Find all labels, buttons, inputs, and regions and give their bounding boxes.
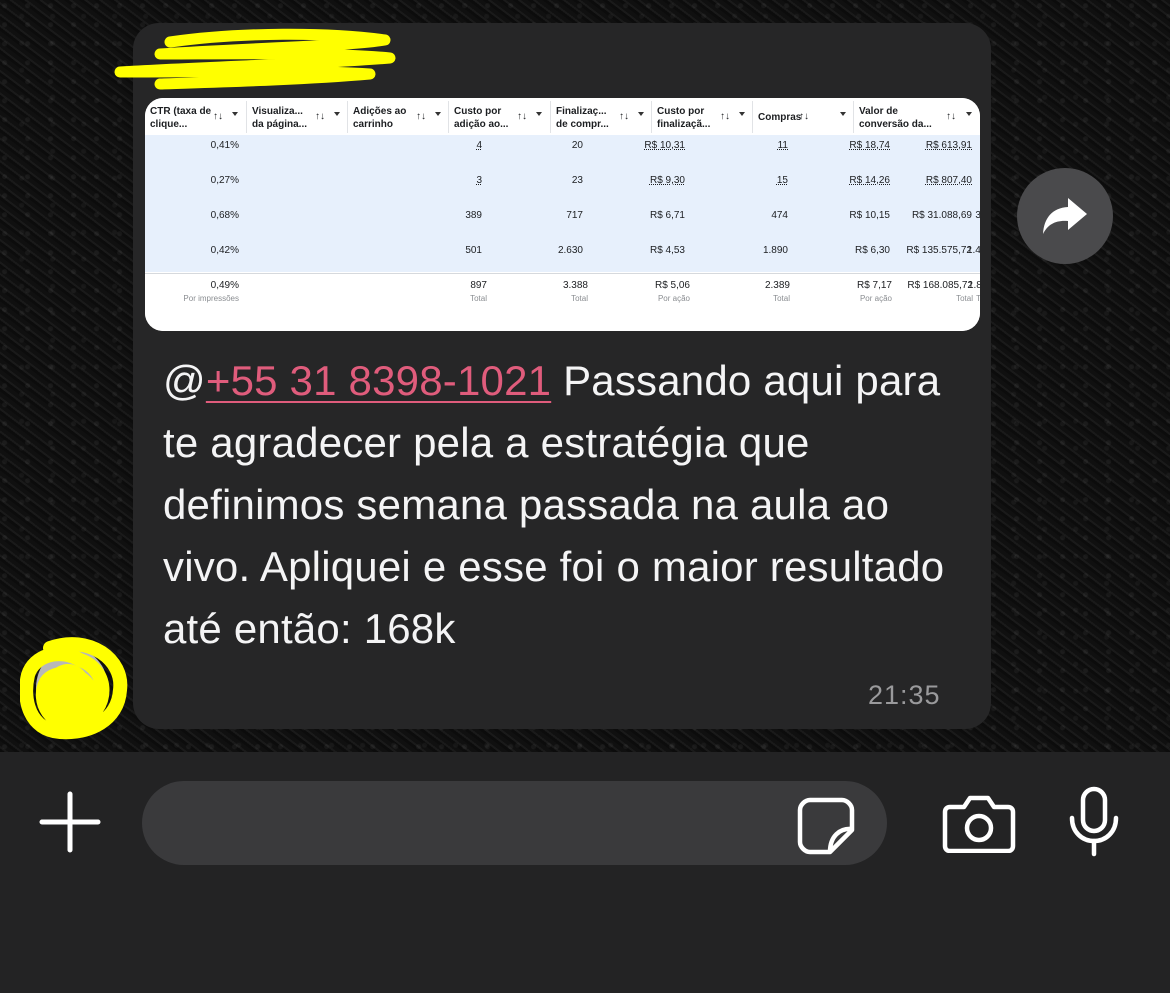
sender-avatar[interactable] xyxy=(20,630,132,740)
message-text: @+55 31 8398-1021 Passando aqui para te … xyxy=(163,357,945,652)
sender-name-redaction xyxy=(114,28,396,90)
table-row: 0,27% 3 23 R$ 9,30 15 R$ 14,26 10 R$ 807… xyxy=(210,175,972,186)
total-cell: R$ 7,17 Por ação xyxy=(856,280,892,303)
sort-icon: ↑↓ xyxy=(517,111,527,122)
column-header-cost-per-checkout: Custo por finalizaçã... ↑↓ xyxy=(652,101,753,133)
dropdown-icon xyxy=(840,112,846,116)
column-header-cost-per-add-to-cart: Custo por adição ao... ↑↓ xyxy=(449,101,551,133)
sort-icon: ↑↓ xyxy=(315,111,325,122)
total-cell: 3.388 Total xyxy=(562,280,588,303)
ads-results-table-screenshot: CTR (taxa de clique... ↑↓ Visualiza... d… xyxy=(145,98,980,331)
sort-icon: ↑↓ xyxy=(213,111,223,122)
total-cell: R$ 168.085,72 Total xyxy=(907,280,973,303)
table-totals-row: 0,49% Por impressões 897 Total 3.388 Total … xyxy=(145,273,980,331)
column-header-ctr: CTR (taxa de clique... ↑↓ xyxy=(145,101,247,133)
microphone-icon[interactable] xyxy=(1066,786,1122,858)
message-input[interactable] xyxy=(142,781,887,865)
message-timestamp: 21:35 xyxy=(868,680,941,710)
table-body: 0,41% 4 20 R$ 10,31 11 R$ 18,74 7 R$ 613… xyxy=(145,135,980,272)
table-row: 0,41% 4 20 R$ 10,31 11 R$ 18,74 7 R$ 613… xyxy=(210,140,972,151)
total-cell: R$ 5,06 Por ação xyxy=(654,280,690,303)
sort-icon: ↑↓ xyxy=(799,111,809,122)
total-cell: 897 Total xyxy=(470,280,487,303)
table-header: CTR (taxa de clique... ↑↓ Visualiza... d… xyxy=(145,98,980,136)
sort-icon: ↑↓ xyxy=(946,111,956,122)
sort-icon: ↑↓ xyxy=(416,111,426,122)
forward-arrow-icon xyxy=(1043,198,1087,234)
dropdown-icon xyxy=(232,112,238,116)
sort-icon: ↑↓ xyxy=(720,111,730,122)
column-header-purchases: Compras ↑↓ xyxy=(753,101,854,133)
dropdown-icon xyxy=(536,112,542,116)
plus-icon[interactable] xyxy=(38,790,102,854)
dropdown-icon xyxy=(334,112,340,116)
table-row: 0,68% 389 717 R$ 6,71 474 R$ 10,15 339 R… xyxy=(210,210,980,221)
total-cell: 0,49% Por impressões xyxy=(183,280,239,303)
column-header-conversion-value: Valor de conversão da... ↑↓ xyxy=(854,101,980,133)
sort-icon: ↑↓ xyxy=(619,111,629,122)
column-header-page-views: Visualiza... da página... ↑↓ xyxy=(247,101,348,133)
camera-icon[interactable] xyxy=(942,795,1016,853)
dropdown-icon xyxy=(638,112,644,116)
sticker-icon[interactable] xyxy=(796,796,856,856)
forward-button[interactable] xyxy=(1017,168,1113,264)
dropdown-icon xyxy=(966,112,972,116)
table-row: 0,42% 501 2.630 R$ 4,53 1.890 R$ 6,30 1.… xyxy=(210,245,980,256)
dropdown-icon xyxy=(739,112,745,116)
total-cell: 2.389 Total xyxy=(764,280,790,303)
mention-link[interactable]: +55 31 8398-1021 xyxy=(206,357,551,404)
dropdown-icon xyxy=(435,112,441,116)
column-header-add-to-cart: Adições ao carrinho ↑↓ xyxy=(348,101,449,133)
column-header-checkouts: Finalizaç... de compr... ↑↓ xyxy=(551,101,652,133)
